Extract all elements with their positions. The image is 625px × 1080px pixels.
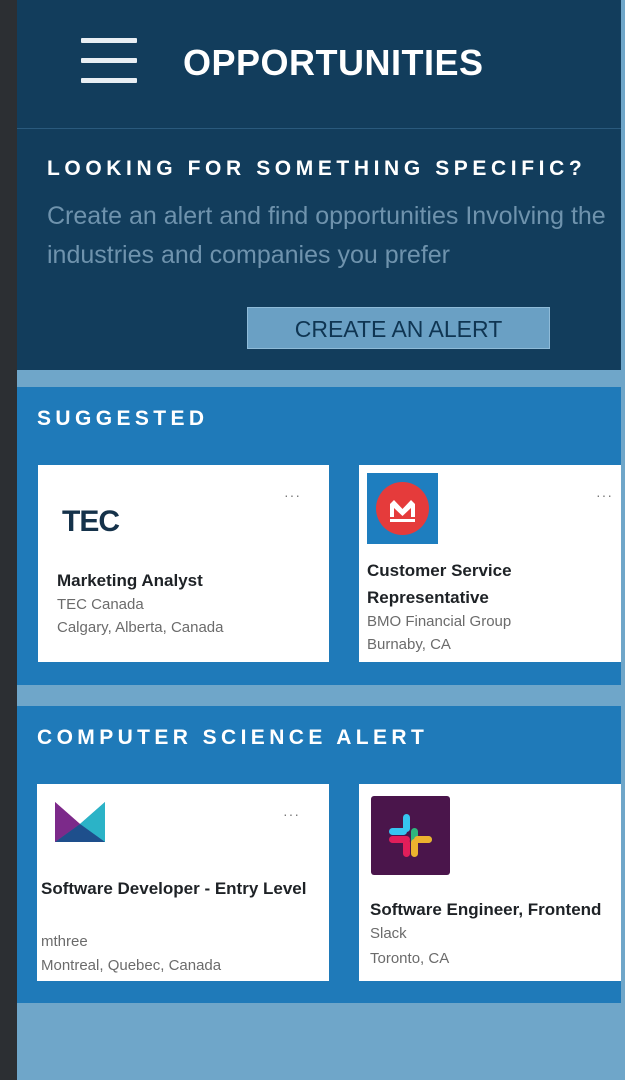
job-card-software-engineer[interactable]: Software Engineer, Frontend Slack Toront… — [359, 784, 621, 981]
tec-logo: TEC — [62, 505, 120, 538]
section-title-suggested: SUGGESTED — [37, 407, 209, 430]
app-screen: OPPORTUNITIES LOOKING FOR SOMETHING SPEC… — [17, 0, 625, 1080]
company-name: BMO Financial Group — [367, 613, 512, 630]
computer-science-alert-section: COMPUTER SCIENCE ALERT ··· Software Deve… — [17, 706, 621, 1003]
mthree-logo-icon — [55, 802, 105, 842]
job-location: Toronto, CA — [370, 950, 450, 967]
promo-description: Create an alert and find opportunities I… — [47, 202, 606, 269]
job-title: Customer Service Representative — [367, 561, 512, 607]
more-options-icon[interactable]: ··· — [283, 806, 300, 822]
company-name: TEC Canada — [57, 596, 144, 613]
alert-promo-panel: LOOKING FOR SOMETHING SPECIFIC? Create a… — [17, 129, 621, 370]
company-name: Slack — [370, 925, 407, 942]
job-location: Calgary, Alberta, Canada — [57, 619, 224, 636]
top-bar: OPPORTUNITIES — [17, 0, 621, 129]
slack-logo-icon — [371, 796, 450, 875]
job-title: Marketing Analyst — [57, 571, 203, 590]
section-title-cs-alert: COMPUTER SCIENCE ALERT — [37, 726, 429, 749]
more-options-icon[interactable]: ··· — [596, 487, 613, 503]
create-alert-button[interactable]: CREATE AN ALERT — [247, 307, 550, 349]
job-title: Software Developer - Entry Level — [41, 879, 307, 898]
job-card-customer-service[interactable]: ··· Customer Service Representative BMO … — [359, 465, 621, 662]
bmo-logo-icon — [367, 473, 438, 544]
job-location: Montreal, Quebec, Canada — [41, 957, 222, 974]
company-name: mthree — [41, 933, 88, 950]
more-options-icon[interactable]: ··· — [284, 487, 301, 503]
job-card-marketing-analyst[interactable]: TEC ··· Marketing Analyst TEC Canada Cal… — [38, 465, 329, 662]
hamburger-menu-icon[interactable] — [81, 38, 137, 84]
job-title: Software Engineer, Frontend — [370, 900, 602, 919]
page-title: OPPORTUNITIES — [183, 42, 484, 83]
suggested-section: SUGGESTED TEC ··· Marketing Analyst TEC … — [17, 387, 621, 685]
job-location: Burnaby, CA — [367, 636, 451, 653]
promo-heading: LOOKING FOR SOMETHING SPECIFIC? — [47, 157, 587, 180]
job-card-software-developer[interactable]: ··· Software Developer - Entry Level mth… — [37, 784, 329, 981]
